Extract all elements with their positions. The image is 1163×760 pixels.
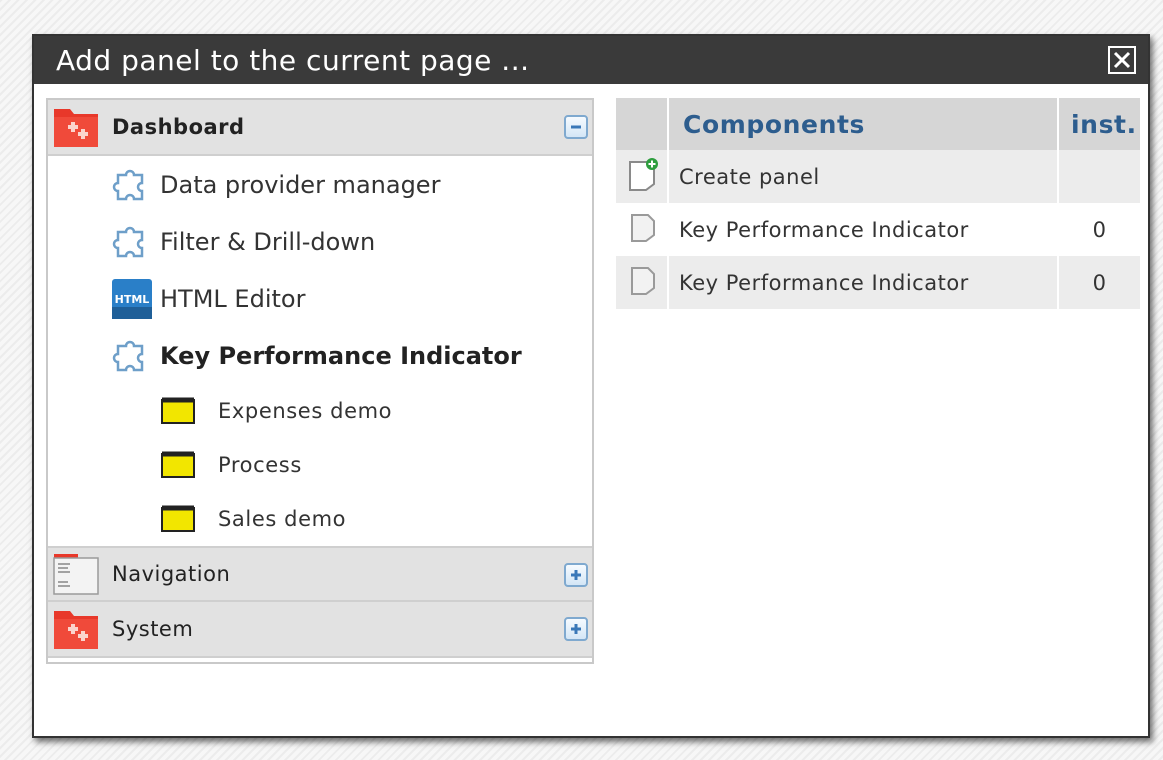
- close-icon: [1113, 51, 1131, 69]
- plus-icon: [571, 624, 581, 634]
- table-row[interactable]: Key Performance Indicator 0: [616, 256, 1140, 309]
- table-header-row: Components inst.: [616, 98, 1140, 150]
- expand-button[interactable]: [564, 563, 588, 587]
- component-name: Create panel: [668, 150, 1059, 203]
- tree-group-navigation[interactable]: Navigation: [48, 546, 592, 602]
- add-panel-dialog: Add panel to the current page ... Dashbo…: [32, 34, 1150, 738]
- table-row[interactable]: Key Performance Indicator 0: [616, 203, 1140, 256]
- tree-item-key-performance-indicator[interactable]: Key Performance Indicator: [48, 327, 592, 384]
- icon-cell: [616, 203, 669, 256]
- expand-button[interactable]: [564, 617, 588, 641]
- yellow-folder-icon: [160, 393, 196, 429]
- dialog-title: Add panel to the current page ...: [56, 43, 530, 77]
- dialog-titlebar: Add panel to the current page ...: [34, 36, 1148, 84]
- tree-subitem-expenses-demo[interactable]: Expenses demo: [48, 384, 592, 438]
- component-name: Key Performance Indicator: [668, 256, 1059, 309]
- tree-item-label: Filter & Drill-down: [160, 227, 376, 256]
- puzzle-icon: [108, 161, 156, 209]
- inst-column-header[interactable]: inst.: [1058, 98, 1140, 150]
- create-panel-icon: [629, 158, 658, 191]
- icon-cell: [616, 150, 669, 203]
- yellow-folder-icon: [160, 447, 196, 483]
- tree-item-html-editor[interactable]: HTML HTML Editor: [48, 270, 592, 327]
- create-panel-row[interactable]: Create panel: [616, 150, 1140, 203]
- instance-count: 0: [1058, 203, 1140, 256]
- panel-icon: [631, 267, 655, 295]
- instance-count: 0: [1058, 256, 1140, 309]
- tree-group-label: Navigation: [112, 562, 231, 586]
- components-table: Components inst. Create panel Key Perfor…: [616, 98, 1140, 309]
- tree-item-label: HTML Editor: [160, 284, 306, 313]
- tree-subitem-label: Expenses demo: [218, 399, 393, 423]
- red-folder-icon: [50, 603, 102, 655]
- tree-item-filter-drill-down[interactable]: Filter & Drill-down: [48, 213, 592, 270]
- yellow-folder-icon: [160, 501, 196, 537]
- svg-text:HTML: HTML: [115, 293, 150, 306]
- navigation-icon: [50, 548, 102, 600]
- panel-icon: [631, 214, 655, 242]
- tree-group-label: System: [112, 617, 194, 641]
- collapse-button[interactable]: [564, 115, 588, 139]
- components-column-header[interactable]: Components: [668, 98, 1059, 150]
- tree-item-label: Data provider manager: [160, 170, 441, 199]
- html-icon: HTML: [108, 275, 156, 323]
- component-name: Key Performance Indicator: [668, 203, 1059, 256]
- puzzle-icon: [108, 332, 156, 380]
- component-tree: Dashboard Data provider manager Filter &…: [46, 98, 594, 664]
- tree-subitem-process[interactable]: Process: [48, 438, 592, 492]
- minus-icon: [571, 125, 581, 129]
- tree-item-label: Key Performance Indicator: [160, 341, 522, 370]
- icon-cell: [616, 256, 669, 309]
- tree-group-dashboard[interactable]: Dashboard: [48, 100, 592, 156]
- tree-subitem-sales-demo[interactable]: Sales demo: [48, 492, 592, 546]
- red-folder-icon: [50, 101, 102, 153]
- instance-count: [1058, 150, 1140, 203]
- tree-subitem-label: Sales demo: [218, 507, 347, 531]
- tree-group-system[interactable]: System: [48, 602, 592, 658]
- puzzle-icon: [108, 218, 156, 266]
- plus-icon: [571, 570, 581, 580]
- close-button[interactable]: [1108, 46, 1136, 74]
- tree-group-label: Dashboard: [112, 115, 245, 139]
- icon-column-header: [616, 98, 669, 150]
- tree-subitem-label: Process: [218, 453, 302, 477]
- tree-item-data-provider-manager[interactable]: Data provider manager: [48, 156, 592, 213]
